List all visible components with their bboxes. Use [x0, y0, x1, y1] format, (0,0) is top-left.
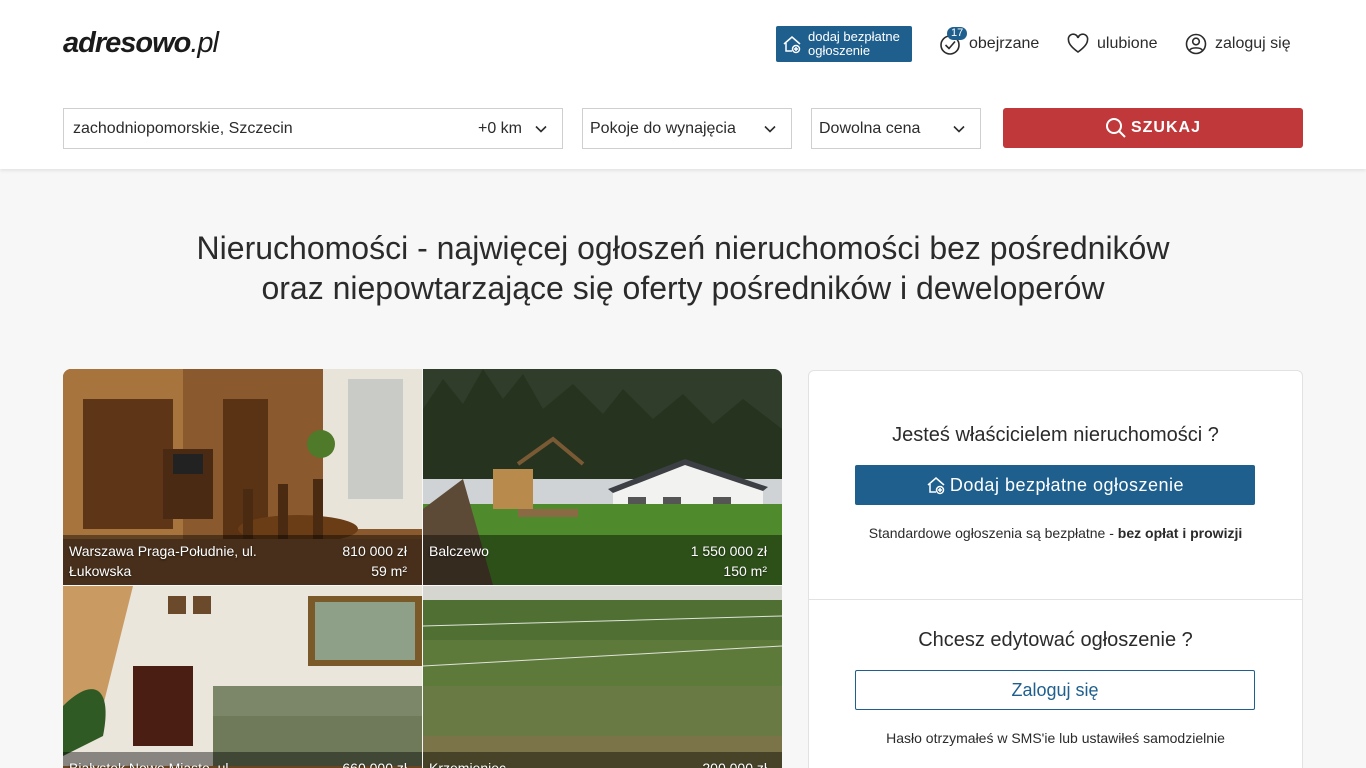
favorites-link[interactable]: ulubione	[1067, 32, 1158, 56]
listing-price: 1 550 000 zł	[690, 543, 767, 559]
listing-location: Białystok Nowe Miasto, ul.	[69, 760, 233, 768]
chevron-down-icon	[535, 125, 547, 133]
viewed-label: obejrzane	[969, 35, 1040, 52]
search-button-label: SZUKAJ	[1130, 119, 1201, 136]
listing-location: Krzemieniec	[429, 760, 507, 768]
listing-photo	[63, 586, 422, 768]
add-listing-button[interactable]: dodaj bezpłatne ogłoszenie	[776, 26, 912, 62]
radius-value[interactable]: +0 km	[478, 120, 522, 138]
listing-photo	[423, 586, 782, 768]
page-title: Nieruchomości - najwięcej ogłoszeń nieru…	[0, 228, 1366, 308]
chevron-down-icon	[764, 125, 776, 133]
listing-price: 810 000 zł	[342, 543, 407, 559]
listing-area: 59 m²	[371, 563, 407, 579]
listing-price: 200 000 zł	[702, 760, 767, 768]
user-circle-icon	[1185, 33, 1207, 55]
owner-title: Jesteś właścicielem nieruchomości ?	[892, 424, 1219, 446]
login-button[interactable]: Zaloguj się	[855, 670, 1255, 710]
listing-caption: Białystok Nowe Miasto, ul. 660 000 zł	[63, 752, 422, 768]
logo[interactable]: adresowo.pl	[63, 27, 219, 60]
add-listing-line1: dodaj bezpłatne	[808, 29, 900, 44]
price-select[interactable]: Dowolna cena	[811, 108, 981, 149]
house-plus-icon	[927, 477, 945, 495]
listing-card[interactable]: Balczewo 1 550 000 zł 150 m²	[423, 369, 782, 585]
page-title-line1: Nieruchomości - najwięcej ogłoszeń nieru…	[196, 230, 1170, 266]
viewed-count-badge: 17	[947, 27, 968, 40]
add-free-listing-label: Dodaj bezpłatne ogłoszenie	[949, 474, 1185, 495]
login-button-label: Zaloguj się	[1011, 679, 1099, 700]
location-select[interactable]: zachodniopomorskie, Szczecin +0 km	[63, 108, 563, 149]
listing-area: 150 m²	[723, 563, 767, 579]
owner-panel: Jesteś właścicielem nieruchomości ? Doda…	[808, 370, 1303, 768]
listing-caption: Balczewo 1 550 000 zł 150 m²	[423, 535, 782, 585]
location-value: zachodniopomorskie, Szczecin	[73, 119, 293, 137]
owner-note: Standardowe ogłoszenia są bezpłatne - be…	[868, 525, 1243, 541]
search-icon	[1105, 118, 1126, 138]
search-button[interactable]: SZUKAJ	[1003, 108, 1303, 148]
property-type-select[interactable]: Pokoje do wynajęcia	[582, 108, 792, 149]
panel-divider	[809, 599, 1302, 600]
viewed-link[interactable]: 17 obejrzane	[939, 27, 1040, 56]
edit-note: Hasło otrzymałeś w SMS'ie lub ustawiłeś …	[886, 730, 1225, 746]
favorites-label: ulubione	[1097, 35, 1158, 52]
listing-card[interactable]: Białystok Nowe Miasto, ul. 660 000 zł	[63, 586, 422, 768]
login-link[interactable]: zaloguj się	[1185, 32, 1291, 56]
site-header: adresowo.pl dodaj bezpłatne ogłoszenie 1…	[0, 0, 1366, 169]
add-listing-line2: ogłoszenie	[808, 43, 871, 58]
edit-title: Chcesz edytować ogłoszenie ?	[918, 629, 1193, 651]
chevron-down-icon	[953, 125, 965, 133]
heart-icon	[1067, 33, 1089, 53]
listing-location: Balczewo	[429, 543, 489, 559]
listing-price: 660 000 zł	[342, 760, 407, 768]
listing-caption: Krzemieniec 200 000 zł	[423, 752, 782, 768]
page-title-line2: oraz niepowtarzające się oferty pośredni…	[261, 270, 1105, 306]
owner-note-bold: bez opłat i prowizji	[1117, 525, 1243, 541]
house-plus-icon	[783, 36, 801, 54]
listings-gallery: Warszawa Praga-Południe, ul. Łukowska 81…	[63, 369, 782, 768]
listing-card[interactable]: Warszawa Praga-Południe, ul. Łukowska 81…	[63, 369, 422, 585]
price-value: Dowolna cena	[819, 119, 921, 137]
add-free-listing-button[interactable]: Dodaj bezpłatne ogłoszenie	[855, 465, 1255, 505]
listing-location: Warszawa Praga-Południe, ul. Łukowska	[69, 543, 257, 579]
listing-card[interactable]: Krzemieniec 200 000 zł	[423, 586, 782, 768]
listing-caption: Warszawa Praga-Południe, ul. Łukowska 81…	[63, 535, 422, 585]
login-label: zaloguj się	[1215, 35, 1291, 52]
property-type-value: Pokoje do wynajęcia	[590, 119, 736, 137]
